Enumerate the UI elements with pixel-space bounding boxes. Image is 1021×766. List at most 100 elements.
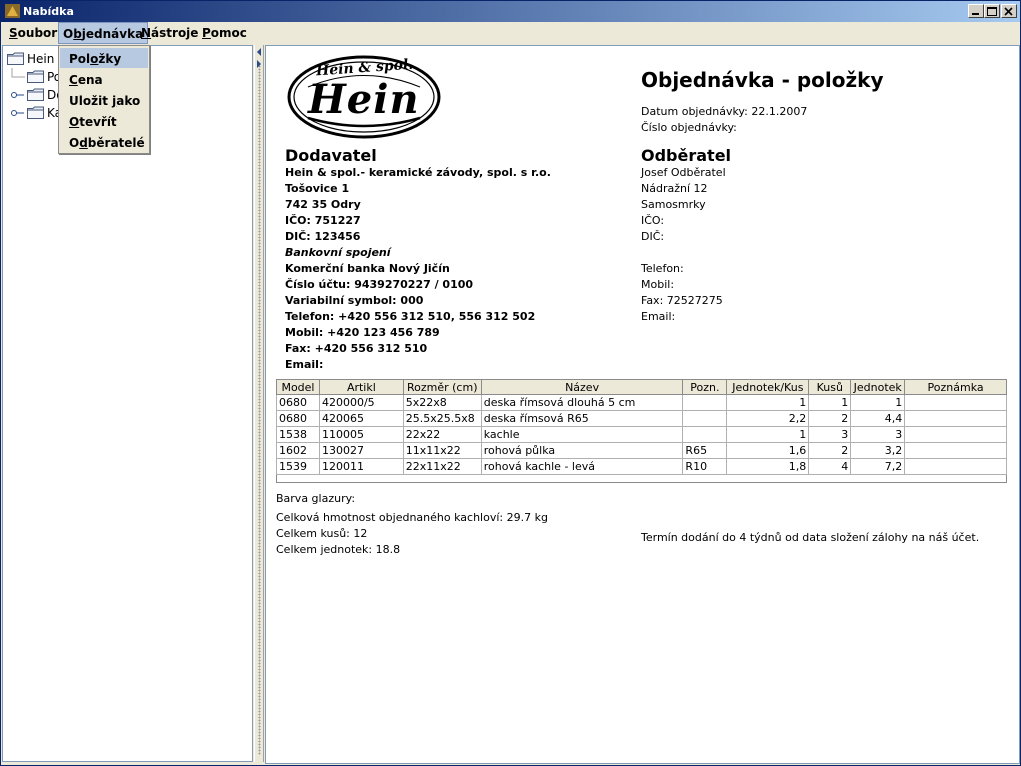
bank-line: Email: xyxy=(285,358,324,371)
column-header[interactable]: Model xyxy=(276,379,320,395)
menu-item-polozky[interactable]: Položky xyxy=(60,48,148,68)
column-header[interactable]: Artikl xyxy=(318,379,404,395)
expand-handle-icon[interactable] xyxy=(11,107,25,119)
menu-item-otevrit[interactable]: Otevřít xyxy=(60,111,148,131)
cell-jednotek-kus[interactable]: 1 xyxy=(726,426,810,443)
column-header[interactable]: Pozn. xyxy=(682,379,728,395)
tree-node-ka[interactable]: Ka xyxy=(11,104,62,122)
cell-jednotek[interactable]: 7,2 xyxy=(850,458,906,475)
supplier-line: 742 35 Odry xyxy=(285,198,361,211)
cell-rozmer[interactable]: 25.5x25.5x8 xyxy=(402,410,482,427)
order-document-panel: Hein & spol. Hein Objednávka - položky D… xyxy=(265,45,1020,764)
column-header[interactable]: Rozměr (cm) xyxy=(402,379,482,395)
column-header[interactable]: Název xyxy=(480,379,684,395)
cell-model[interactable]: 1602 xyxy=(276,442,320,459)
document-title: Objednávka - položky xyxy=(641,68,884,92)
supplier-heading: Dodavatel xyxy=(285,146,377,165)
items-table[interactable]: Model Artikl Rozměr (cm) Název Pozn. Jed… xyxy=(276,379,1007,475)
close-button[interactable] xyxy=(1001,4,1017,18)
cell-jednotek[interactable]: 1 xyxy=(850,394,906,411)
cell-jednotek-kus[interactable]: 1 xyxy=(726,394,810,411)
column-header[interactable]: Kusů xyxy=(808,379,852,395)
cell-artikl[interactable]: 420065 xyxy=(318,410,404,427)
folder-icon xyxy=(7,52,24,65)
maximize-button[interactable] xyxy=(984,4,1000,18)
expand-handle-icon[interactable] xyxy=(11,89,25,101)
cell-nazev[interactable]: rohová půlka xyxy=(480,442,684,459)
column-header[interactable]: Jednotek xyxy=(850,379,906,395)
cell-jednotek[interactable]: 3 xyxy=(850,426,906,443)
cell-kusu[interactable]: 2 xyxy=(808,442,852,459)
cell-jednotek[interactable]: 4,4 xyxy=(850,410,906,427)
cell-poznamka[interactable] xyxy=(904,458,1007,475)
cell-kusu[interactable]: 3 xyxy=(808,426,852,443)
collapse-left-arrow-icon[interactable] xyxy=(256,48,263,56)
menu-item-odberatele[interactable]: Odběratelé xyxy=(60,132,148,152)
cell-rozmer[interactable]: 11x11x22 xyxy=(402,442,482,459)
table-row[interactable]: 1602 130027 11x11x22 rohová půlka R65 1,… xyxy=(276,442,1007,459)
bank-line: Číslo účtu: 9439270227 / 0100 xyxy=(285,278,474,291)
customer-contact-line: Telefon: xyxy=(641,262,684,275)
bank-line: Telefon: +420 556 312 510, 556 312 502 xyxy=(285,310,536,323)
cell-model[interactable]: 1539 xyxy=(276,458,320,475)
cell-jednotek[interactable]: 3,2 xyxy=(850,442,906,459)
cell-model[interactable]: 1538 xyxy=(276,426,320,443)
cell-pozn[interactable] xyxy=(682,410,728,427)
customer-line: Nádražní 12 xyxy=(641,182,708,195)
splitter-grip xyxy=(258,65,261,755)
bank-line: Mobil: +420 123 456 789 xyxy=(285,326,440,339)
cell-nazev[interactable]: deska římsová dlouhá 5 cm xyxy=(480,394,684,411)
cell-model[interactable]: 0680 xyxy=(276,394,320,411)
cell-rozmer[interactable]: 5x22x8 xyxy=(402,394,482,411)
menu-pomoc[interactable]: Pomoc xyxy=(198,22,251,44)
table-row[interactable]: 0680 420000/5 5x22x8 deska římsová dlouh… xyxy=(276,394,1007,411)
menu-nastroje[interactable]: Nástroje xyxy=(137,22,202,44)
cell-poznamka[interactable] xyxy=(904,394,1007,411)
cell-pozn[interactable]: R10 xyxy=(682,458,728,475)
cell-kusu[interactable]: 4 xyxy=(808,458,852,475)
cell-nazev[interactable]: kachle xyxy=(480,426,684,443)
cell-poznamka[interactable] xyxy=(904,410,1007,427)
menu-objednavka[interactable]: Objednávka xyxy=(58,22,149,44)
minimize-icon xyxy=(972,13,979,15)
menu-item-ulozit-jako[interactable]: Uložit jako xyxy=(60,90,148,110)
supplier-line: IČO: 751227 xyxy=(285,214,361,227)
menu-item-cena[interactable]: Cena xyxy=(60,69,148,89)
bank-line: Komerční banka Nový Jičín xyxy=(285,262,450,275)
table-row[interactable]: 1538 110005 22x22 kachle 1 3 3 xyxy=(276,426,1007,443)
table-row[interactable]: 1539 120011 22x11x22 rohová kachle - lev… xyxy=(276,458,1007,475)
customer-line: DIČ: xyxy=(641,230,665,243)
cell-rozmer[interactable]: 22x22 xyxy=(402,426,482,443)
minimize-button[interactable] xyxy=(968,4,984,18)
cell-pozn[interactable] xyxy=(682,426,728,443)
cell-jednotek-kus[interactable]: 1,6 xyxy=(726,442,810,459)
column-header[interactable]: Poznámka xyxy=(904,379,1007,395)
cell-nazev[interactable]: deska římsová R65 xyxy=(480,410,684,427)
cell-poznamka[interactable] xyxy=(904,426,1007,443)
cell-artikl[interactable]: 120011 xyxy=(318,458,404,475)
cell-model[interactable]: 0680 xyxy=(276,410,320,427)
column-header[interactable]: Jednotek/Kus xyxy=(726,379,810,395)
cell-pozn[interactable]: R65 xyxy=(682,442,728,459)
cell-nazev[interactable]: rohová kachle - levá xyxy=(480,458,684,475)
cell-artikl[interactable]: 420000/5 xyxy=(318,394,404,411)
tree-node-do[interactable]: Do xyxy=(11,86,64,104)
customer-line: Josef Odběratel xyxy=(641,166,726,179)
cell-poznamka[interactable] xyxy=(904,442,1007,459)
cell-artikl[interactable]: 110005 xyxy=(318,426,404,443)
tree-node-po[interactable]: Po xyxy=(11,68,61,86)
cell-jednotek-kus[interactable]: 2,2 xyxy=(726,410,810,427)
cell-pozn[interactable] xyxy=(682,394,728,411)
menu-soubor[interactable]: Soubor xyxy=(5,22,61,44)
split-pane-divider[interactable] xyxy=(254,45,264,762)
table-row[interactable]: 0680 420065 25.5x25.5x8 deska římsová R6… xyxy=(276,410,1007,427)
cell-kusu[interactable]: 1 xyxy=(808,394,852,411)
folder-icon xyxy=(27,70,44,83)
cell-jednotek-kus[interactable]: 1,8 xyxy=(726,458,810,475)
customer-contact-line: Email: xyxy=(641,310,676,323)
cell-artikl[interactable]: 130027 xyxy=(318,442,404,459)
cell-kusu[interactable]: 2 xyxy=(808,410,852,427)
title-bar[interactable]: Nabídka xyxy=(1,1,1020,22)
cell-rozmer[interactable]: 22x11x22 xyxy=(402,458,482,475)
customer-heading: Odběratel xyxy=(641,146,732,165)
